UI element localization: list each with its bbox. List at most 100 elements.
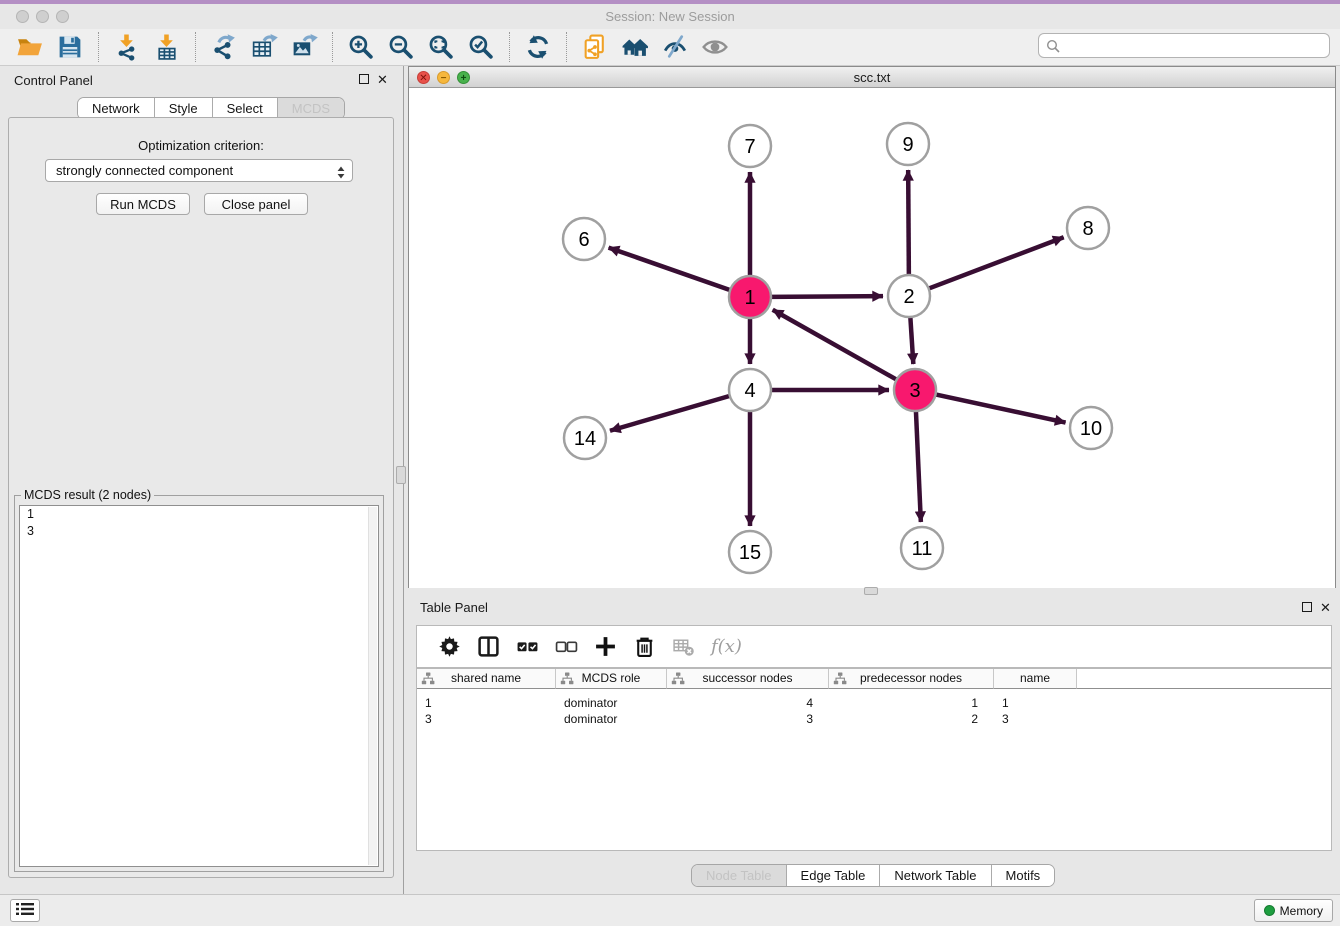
tab-select[interactable]: Select: [213, 98, 278, 119]
control-panel: Control Panel ✕ NetworkStyleSelectMCDS O…: [0, 66, 402, 894]
eye-icon[interactable]: [697, 30, 733, 64]
tab-network-table[interactable]: Network Table: [880, 865, 991, 886]
close-panel-button[interactable]: Close panel: [204, 193, 308, 215]
tree-icon: [421, 672, 435, 691]
gear-icon[interactable]: [438, 635, 461, 658]
zoom-fit-icon: [427, 33, 455, 61]
zoom-in-icon[interactable]: [343, 30, 379, 64]
zoom-out-icon[interactable]: [383, 30, 419, 64]
function-builder-icon: f(x): [711, 636, 742, 657]
open-session-icon: [16, 33, 44, 61]
delete-column-icon[interactable]: [633, 635, 656, 658]
table-cell: dominator: [556, 695, 667, 711]
table-cell: dominator: [556, 711, 667, 727]
table-cell: 2: [829, 711, 994, 727]
column-header-MCDS-role[interactable]: MCDS role: [556, 669, 667, 689]
open-session-icon[interactable]: [12, 30, 48, 64]
mcds-result-text[interactable]: 13: [19, 505, 379, 867]
home-icon[interactable]: [617, 30, 653, 64]
toolbar-separator: [195, 32, 196, 62]
export-network-icon: [210, 33, 238, 61]
table-row[interactable]: 1dominator411: [417, 695, 1331, 711]
unselect-all-icon: [555, 635, 578, 658]
column-header-predecessor-nodes[interactable]: predecessor nodes: [829, 669, 994, 689]
toolbar-separator: [332, 32, 333, 62]
tab-network[interactable]: Network: [78, 98, 155, 119]
column-header-shared-name[interactable]: shared name: [417, 669, 556, 689]
select-all-icon: [516, 635, 539, 658]
table-header-row: shared name MCDS role successor nodes prede…: [417, 669, 1331, 689]
graph-edge-2-3[interactable]: [910, 317, 913, 364]
toolbar-separator: [509, 32, 510, 62]
window-title: Session: New Session: [0, 4, 1340, 29]
node-label-11: 11: [912, 538, 933, 560]
graph-edge-3-11[interactable]: [916, 411, 921, 522]
table-cell: 1: [994, 695, 1077, 711]
criterion-dropdown[interactable]: strongly connected component: [45, 159, 353, 182]
refresh-icon: [524, 33, 552, 61]
memory-button[interactable]: Memory: [1254, 899, 1333, 922]
zoom-out-icon: [387, 33, 415, 61]
graph-edge-1-2[interactable]: [771, 296, 883, 297]
export-image-icon[interactable]: [286, 30, 322, 64]
split-panel-icon[interactable]: [477, 635, 500, 658]
export-table-icon[interactable]: [246, 30, 282, 64]
network-window: ✕ − + scc.txt 7968124314101511: [408, 66, 1336, 588]
clone-network-icon[interactable]: [577, 30, 613, 64]
select-all-icon[interactable]: [516, 635, 539, 658]
network-window-titlebar[interactable]: ✕ − + scc.txt: [409, 67, 1335, 88]
network-canvas[interactable]: 7968124314101511: [409, 88, 1335, 588]
refresh-icon[interactable]: [520, 30, 556, 64]
add-column-icon[interactable]: [594, 635, 617, 658]
zoom-fit-icon[interactable]: [423, 30, 459, 64]
panel-divider-grip[interactable]: [396, 466, 406, 484]
table-close-icon[interactable]: ✕: [1320, 602, 1331, 614]
task-history-button[interactable]: [10, 899, 40, 922]
save-session-icon: [56, 33, 84, 61]
table-cell: 3: [417, 711, 556, 727]
unselect-all-icon[interactable]: [555, 635, 578, 658]
export-network-icon[interactable]: [206, 30, 242, 64]
table-cell: 4: [667, 695, 829, 711]
tab-edge-table[interactable]: Edge Table: [787, 865, 881, 886]
tab-style[interactable]: Style: [155, 98, 213, 119]
search-input[interactable]: [1063, 35, 1323, 56]
table-tabs: Node TableEdge TableNetwork TableMotifs: [691, 864, 1055, 887]
close-panel-icon[interactable]: ✕: [377, 74, 388, 86]
hide-graphics-icon: [661, 33, 689, 61]
header-filler: [1077, 669, 1331, 689]
hide-graphics-icon[interactable]: [657, 30, 693, 64]
eye-icon: [701, 33, 729, 61]
graph-edge-3-1[interactable]: [773, 310, 897, 380]
column-label: MCDS role: [582, 671, 641, 685]
export-table-icon: [250, 33, 278, 61]
tab-mcds[interactable]: MCDS: [278, 98, 344, 119]
column-header-name[interactable]: name: [994, 669, 1077, 689]
graph-edge-2-8[interactable]: [929, 237, 1064, 288]
table-cell: 1: [417, 695, 556, 711]
toolbar-separator: [98, 32, 99, 62]
graph-edge-2-9[interactable]: [908, 170, 909, 275]
save-session-icon[interactable]: [52, 30, 88, 64]
float-panel-icon[interactable]: [359, 74, 369, 84]
clone-network-icon: [581, 33, 609, 61]
tab-motifs[interactable]: Motifs: [992, 865, 1055, 886]
table-float-icon[interactable]: [1302, 602, 1312, 612]
table-cell: 1: [829, 695, 994, 711]
column-label: predecessor nodes: [860, 671, 962, 685]
graph-edge-4-14[interactable]: [610, 396, 730, 431]
graph-edge-3-10[interactable]: [936, 394, 1066, 422]
zoom-selected-icon[interactable]: [463, 30, 499, 64]
split-panel-icon: [477, 635, 500, 658]
tab-node-table[interactable]: Node Table: [692, 865, 787, 886]
graph-edge-1-6[interactable]: [609, 248, 731, 290]
column-header-successor-nodes[interactable]: successor nodes: [667, 669, 829, 689]
result-scrollbar[interactable]: [368, 507, 377, 865]
run-mcds-button[interactable]: Run MCDS: [96, 193, 190, 215]
table-row[interactable]: 3dominator323: [417, 711, 1331, 727]
add-column-icon: [594, 635, 617, 658]
import-network-icon[interactable]: [109, 30, 145, 64]
tree-icon: [671, 672, 685, 691]
import-table-icon[interactable]: [149, 30, 185, 64]
toolbar-separator: [566, 32, 567, 62]
